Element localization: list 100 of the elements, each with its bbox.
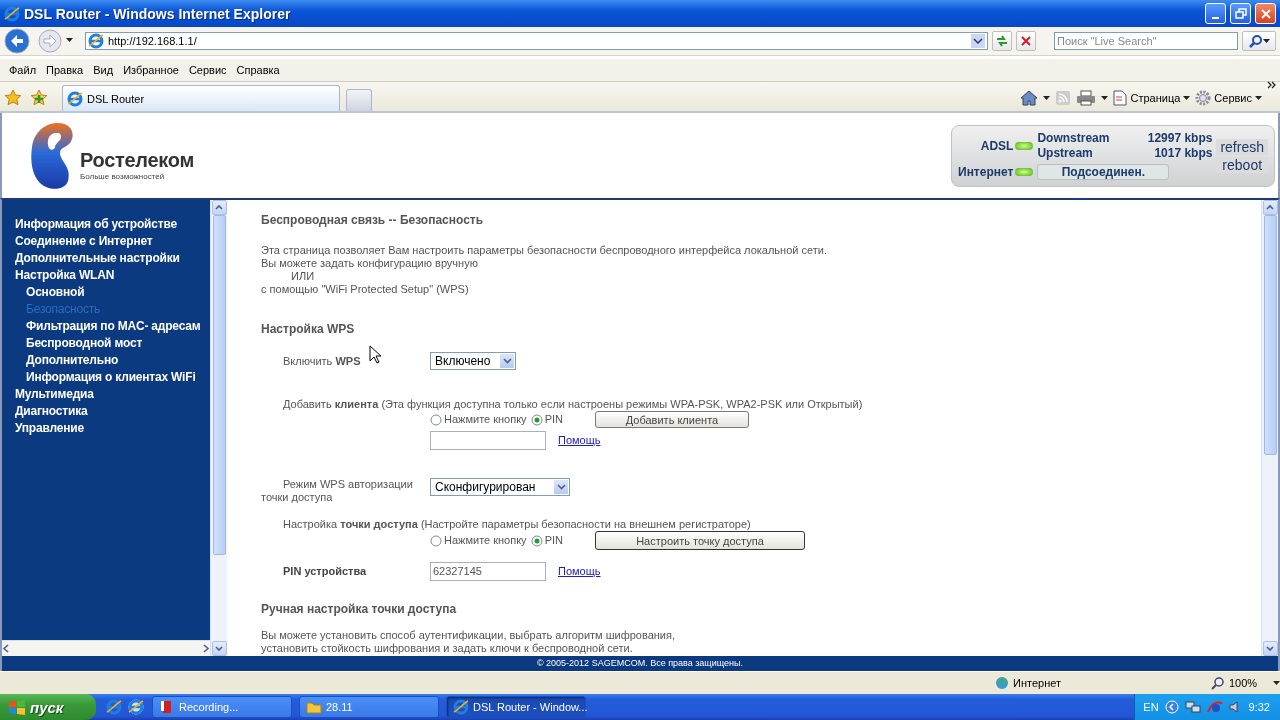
- intro-text: с помощью "WiFi Protected Setup" (WPS): [261, 283, 470, 296]
- scroll-down-button[interactable]: [211, 641, 227, 656]
- select-field[interactable]: Включено: [430, 352, 516, 370]
- field-label: Настройка точки доступа (Настройте параметры безопасности на внешнем регистраторе): [283, 518, 751, 531]
- field-label: PIN устройства: [283, 565, 367, 578]
- refresh-button[interactable]: [992, 31, 1012, 51]
- radio-label[interactable]: Нажмите кнопку: [444, 534, 527, 547]
- radio-button[interactable]: [430, 534, 442, 547]
- taskbar-button[interactable]: Recording...: [152, 696, 292, 718]
- caret-icon: [1262, 39, 1270, 43]
- menu-item[interactable]: Вид: [88, 64, 119, 76]
- zoom-icon: [1211, 676, 1225, 690]
- stop-icon: [1020, 35, 1032, 47]
- scroll-up-button[interactable]: [1262, 200, 1278, 215]
- caret-icon[interactable]: [1043, 96, 1051, 100]
- action-button[interactable]: Настроить точку доступа: [594, 531, 805, 550]
- nav-link[interactable]: Соединение с Интернет: [15, 233, 210, 250]
- scroll-thumb[interactable]: [212, 215, 226, 555]
- pin-input-field[interactable]: [430, 431, 546, 450]
- description-text: Вы можете установить способ аутентификации, выбрать алгоритм шифрования,: [261, 629, 677, 642]
- close-button[interactable]: [1255, 3, 1276, 24]
- tray-expand-icon[interactable]: [1164, 700, 1179, 714]
- menu-item[interactable]: Сервис: [183, 64, 232, 76]
- radio-button[interactable]: [430, 413, 442, 426]
- radio-label[interactable]: PIN: [544, 534, 563, 547]
- browser-tab[interactable]: DSL Router: [62, 85, 340, 111]
- clock: 9:32: [1248, 701, 1270, 713]
- page-menu-button[interactable]: Страница: [1113, 90, 1191, 106]
- nav-link[interactable]: Фильтрация по MAC- адресам: [15, 318, 210, 335]
- scroll-down-icon: [214, 644, 224, 653]
- search-button[interactable]: [1242, 31, 1276, 51]
- menu-item[interactable]: Файл: [4, 64, 42, 76]
- internet-label: Интернет: [958, 165, 1014, 179]
- brand-slogan: Больше возможностей: [80, 171, 166, 181]
- action-button[interactable]: Добавить клиента: [594, 411, 749, 428]
- adsl-label: ADSL: [980, 139, 1014, 153]
- rate-value: 12997 kbps: [1146, 131, 1213, 146]
- taskbar-button[interactable]: DSL Router - Window...: [446, 696, 586, 718]
- nav-link[interactable]: Беспроводной мост: [15, 335, 210, 352]
- globe-icon: [995, 676, 1009, 690]
- window-title: DSL Router - Windows Internet Explorer: [24, 5, 292, 22]
- menu-item[interactable]: Правка: [41, 64, 89, 76]
- copyright-footer: © 2005-2012 SAGEMCOM. Все права защищены.: [2, 656, 1278, 671]
- nav-link[interactable]: Настройка WLAN: [15, 267, 210, 284]
- select-field[interactable]: Сконфигурирован: [430, 478, 570, 496]
- radio-button[interactable]: [530, 534, 543, 547]
- scroll-down-button[interactable]: [1262, 641, 1278, 656]
- add-favorite-icon[interactable]: [30, 89, 48, 107]
- tray-app-icon[interactable]: [1206, 700, 1223, 714]
- nav-link[interactable]: Информация о клиентах WiFi: [15, 369, 210, 386]
- nav-link[interactable]: Основной: [15, 284, 210, 301]
- search-field[interactable]: Поиск "Live Search": [1054, 32, 1238, 50]
- scroll-right-icon[interactable]: [201, 644, 210, 653]
- star-icon[interactable]: [4, 89, 22, 107]
- nav-link[interactable]: Информация об устройстве: [15, 216, 210, 233]
- nav-link[interactable]: Дополнительные настройки: [15, 250, 210, 267]
- tools-menu-button[interactable]: Сервис: [1195, 90, 1262, 106]
- home-icon[interactable]: [1020, 90, 1039, 106]
- radio-button[interactable]: [530, 413, 543, 426]
- intro-text: ИЛИ: [290, 270, 316, 283]
- nav-link[interactable]: Диагностика: [15, 403, 210, 420]
- taskbar-button[interactable]: 28.11: [299, 696, 439, 718]
- scroll-left-icon[interactable]: [2, 644, 11, 653]
- chevron-icon[interactable]: [1267, 81, 1276, 89]
- menu-item[interactable]: Справка: [231, 64, 285, 76]
- address-field[interactable]: http://192.168.1.1/: [85, 32, 988, 50]
- nav-link[interactable]: Мультимедиа: [15, 386, 210, 403]
- intro-text: Эта страница позволяет Вам настроить параметры безопасности беспроводного интерфейса локальной сети.: [261, 244, 828, 257]
- menu-item[interactable]: Избранное: [118, 64, 184, 76]
- rate-label: Downstream: [1037, 131, 1111, 146]
- rate-label: Upstream: [1037, 146, 1094, 161]
- panel-button[interactable]: refresh: [1216, 138, 1268, 155]
- help-link[interactable]: Помощь: [558, 565, 601, 578]
- minimize-button[interactable]: [1205, 3, 1226, 24]
- dropdown-button[interactable]: [971, 34, 985, 48]
- scroll-thumb[interactable]: [1263, 215, 1277, 455]
- start-button[interactable]: пуск: [0, 694, 96, 720]
- connection-status: Подсоединен.: [1037, 164, 1170, 180]
- zoom-button[interactable]: 100%: [1211, 676, 1280, 690]
- printer-icon[interactable]: [1076, 90, 1097, 106]
- nav-link[interactable]: Управление: [15, 420, 210, 437]
- stop-button[interactable]: [1016, 31, 1036, 51]
- windows-flag-icon: [8, 699, 26, 715]
- pin-field[interactable]: 62327145: [430, 562, 546, 581]
- radio-label[interactable]: Нажмите кнопку: [444, 413, 527, 426]
- page-icon: [1113, 90, 1128, 106]
- close-icon: [1259, 7, 1272, 20]
- history-caret-icon[interactable]: [66, 38, 75, 44]
- nav-link[interactable]: Дополнительно: [15, 352, 210, 369]
- scroll-up-icon: [214, 203, 224, 212]
- minimize-icon: [1212, 16, 1219, 19]
- help-link[interactable]: Помощь: [558, 434, 601, 447]
- intro-text: Вы можете задать конфигурацию вручную: [261, 257, 479, 270]
- section-heading: Ручная настройка точки доступа: [261, 603, 458, 616]
- network-icon[interactable]: [1184, 700, 1201, 714]
- scroll-up-button[interactable]: [211, 200, 227, 215]
- panel-button[interactable]: reboot: [1216, 156, 1268, 173]
- radio-label[interactable]: PIN: [544, 413, 563, 426]
- caret-icon[interactable]: [1101, 96, 1109, 100]
- restore-button[interactable]: [1230, 3, 1251, 24]
